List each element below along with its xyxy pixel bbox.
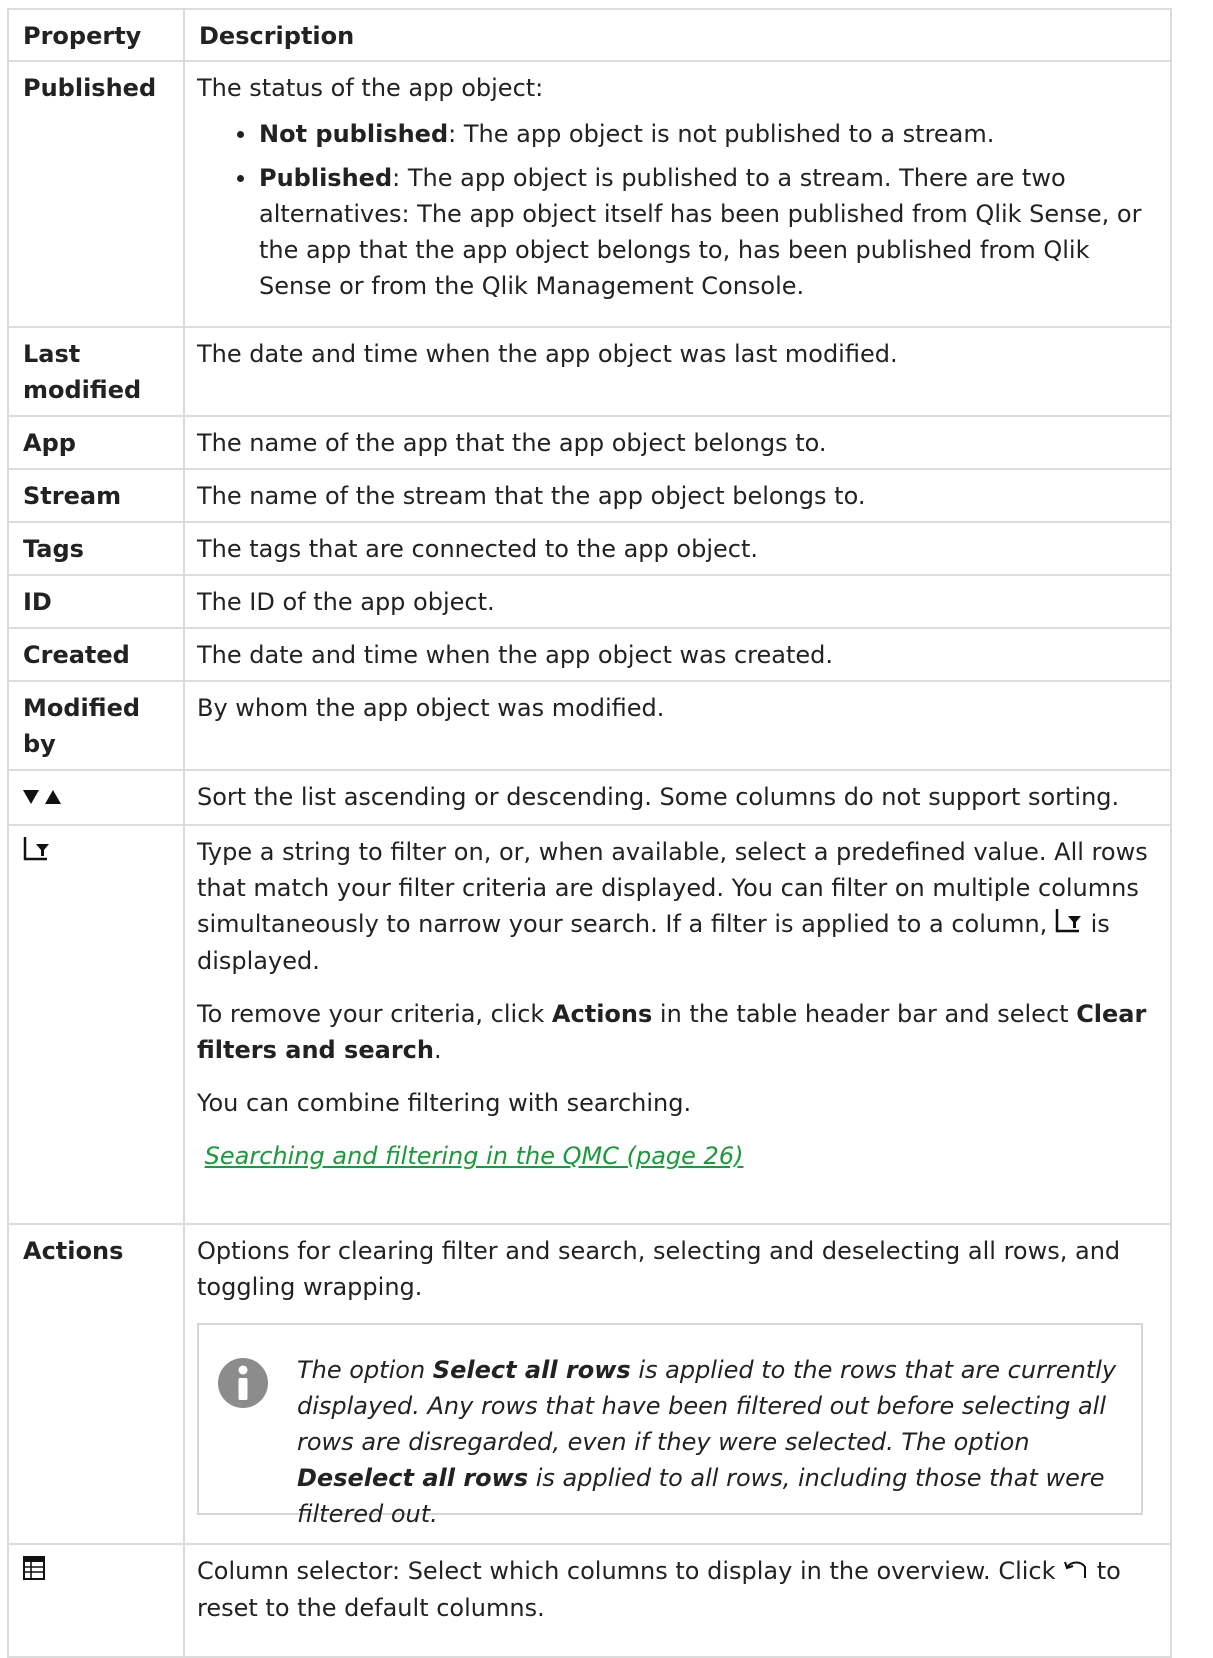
table-row: Stream The name of the stream that the a… (7, 468, 1172, 523)
actions-term: Actions (551, 1000, 653, 1028)
property-description: The name of the stream that the app obje… (183, 468, 1172, 523)
table-row: Tags The tags that are connected to the … (7, 521, 1172, 576)
bullet-term: Not published (259, 120, 449, 148)
bullet-term: Published (259, 164, 393, 192)
sort-arrows-icon (23, 780, 63, 816)
note-text: The option Select all rows is applied to… (297, 1352, 1125, 1532)
property-name: Stream (7, 468, 185, 523)
table-row: Column selector: Select which columns to… (7, 1543, 1172, 1658)
combine-paragraph: You can combine filtering with searching… (197, 1089, 692, 1117)
actions-description: Options for clearing filter and search, … (197, 1237, 1121, 1301)
property-name: Created (7, 627, 185, 682)
property-name: Tags (7, 521, 185, 576)
searching-filtering-link[interactable]: Searching and filtering in the QMC (page… (205, 1142, 744, 1170)
bullet-text: : The app object is published to a strea… (259, 164, 1142, 300)
table-row: Type a string to filter on, or, when ava… (7, 824, 1172, 1225)
table-row: Modified by By whom the app object was m… (7, 680, 1172, 771)
table-row: App The name of the app that the app obj… (7, 415, 1172, 470)
property-description: Column selector: Select which columns to… (183, 1543, 1172, 1658)
table-row: Last modified The date and time when the… (7, 326, 1172, 417)
list-item: Not published: The app object is not pub… (237, 116, 1152, 152)
table-row: Sort the list ascending or descending. S… (7, 769, 1172, 826)
table-row: Created The date and time when the app o… (7, 627, 1172, 682)
select-all-term: Select all rows (432, 1356, 631, 1384)
undo-arrow-icon (1063, 1554, 1089, 1590)
published-intro: The status of the app object: (197, 74, 544, 102)
info-icon (217, 1357, 269, 1409)
property-name: Modified by (7, 680, 185, 771)
deselect-all-term: Deselect all rows (297, 1464, 529, 1492)
table-header-row: Property Description (7, 8, 1172, 62)
table-row: ID The ID of the app object. (7, 574, 1172, 629)
column-selector-text-a: Column selector: Select which columns to… (197, 1557, 1064, 1585)
link-paragraph: Searching and filtering in the QMC (page… (197, 1138, 1152, 1174)
filter-icon (23, 835, 51, 871)
property-icon-cell (7, 769, 185, 826)
property-icon-cell (7, 824, 185, 1225)
property-description: The date and time when the app object wa… (183, 627, 1172, 682)
header-property: Property (7, 8, 185, 62)
filter-applied-icon (1055, 907, 1083, 943)
header-description: Description (183, 8, 1172, 62)
property-name: Published (7, 60, 185, 328)
property-name: Actions (7, 1223, 185, 1545)
bullet-text: : The app object is not published to a s… (448, 120, 995, 148)
property-description: The ID of the app object. (183, 574, 1172, 629)
property-description: The date and time when the app object wa… (183, 326, 1172, 417)
clear-text-a: To remove your criteria, click (197, 1000, 552, 1028)
table-row: Published The status of the app object: … (7, 60, 1172, 328)
property-description: The tags that are connected to the app o… (183, 521, 1172, 576)
property-name: ID (7, 574, 185, 629)
status-list: Not published: The app object is not pub… (197, 116, 1152, 304)
info-note: The option Select all rows is applied to… (197, 1323, 1143, 1528)
property-name: App (7, 415, 185, 470)
property-description: The status of the app object: Not publis… (183, 60, 1172, 328)
property-description: The name of the app that the app object … (183, 415, 1172, 470)
property-description: Type a string to filter on, or, when ava… (183, 824, 1172, 1225)
property-description: Sort the list ascending or descending. S… (183, 769, 1172, 826)
property-description: Options for clearing filter and search, … (183, 1223, 1172, 1545)
clear-text-c: . (433, 1036, 442, 1064)
property-name: Last modified (7, 326, 185, 417)
column-selector-icon (23, 1554, 45, 1590)
properties-table: Property Description Published The statu… (7, 8, 1172, 1658)
note-text-a: The option (297, 1356, 433, 1384)
clear-text-b: in the table header bar and select (652, 1000, 1077, 1028)
property-icon-cell (7, 1543, 185, 1658)
filter-paragraph: Type a string to filter on, or, when ava… (197, 834, 1152, 979)
list-item: Published: The app object is published t… (237, 160, 1152, 304)
clear-filters-paragraph: To remove your criteria, click Actions i… (197, 996, 1152, 1068)
property-description: By whom the app object was modified. (183, 680, 1172, 771)
table-row: Actions Options for clearing filter and … (7, 1223, 1172, 1545)
filter-text-a: Type a string to filter on, or, when ava… (197, 838, 1148, 938)
